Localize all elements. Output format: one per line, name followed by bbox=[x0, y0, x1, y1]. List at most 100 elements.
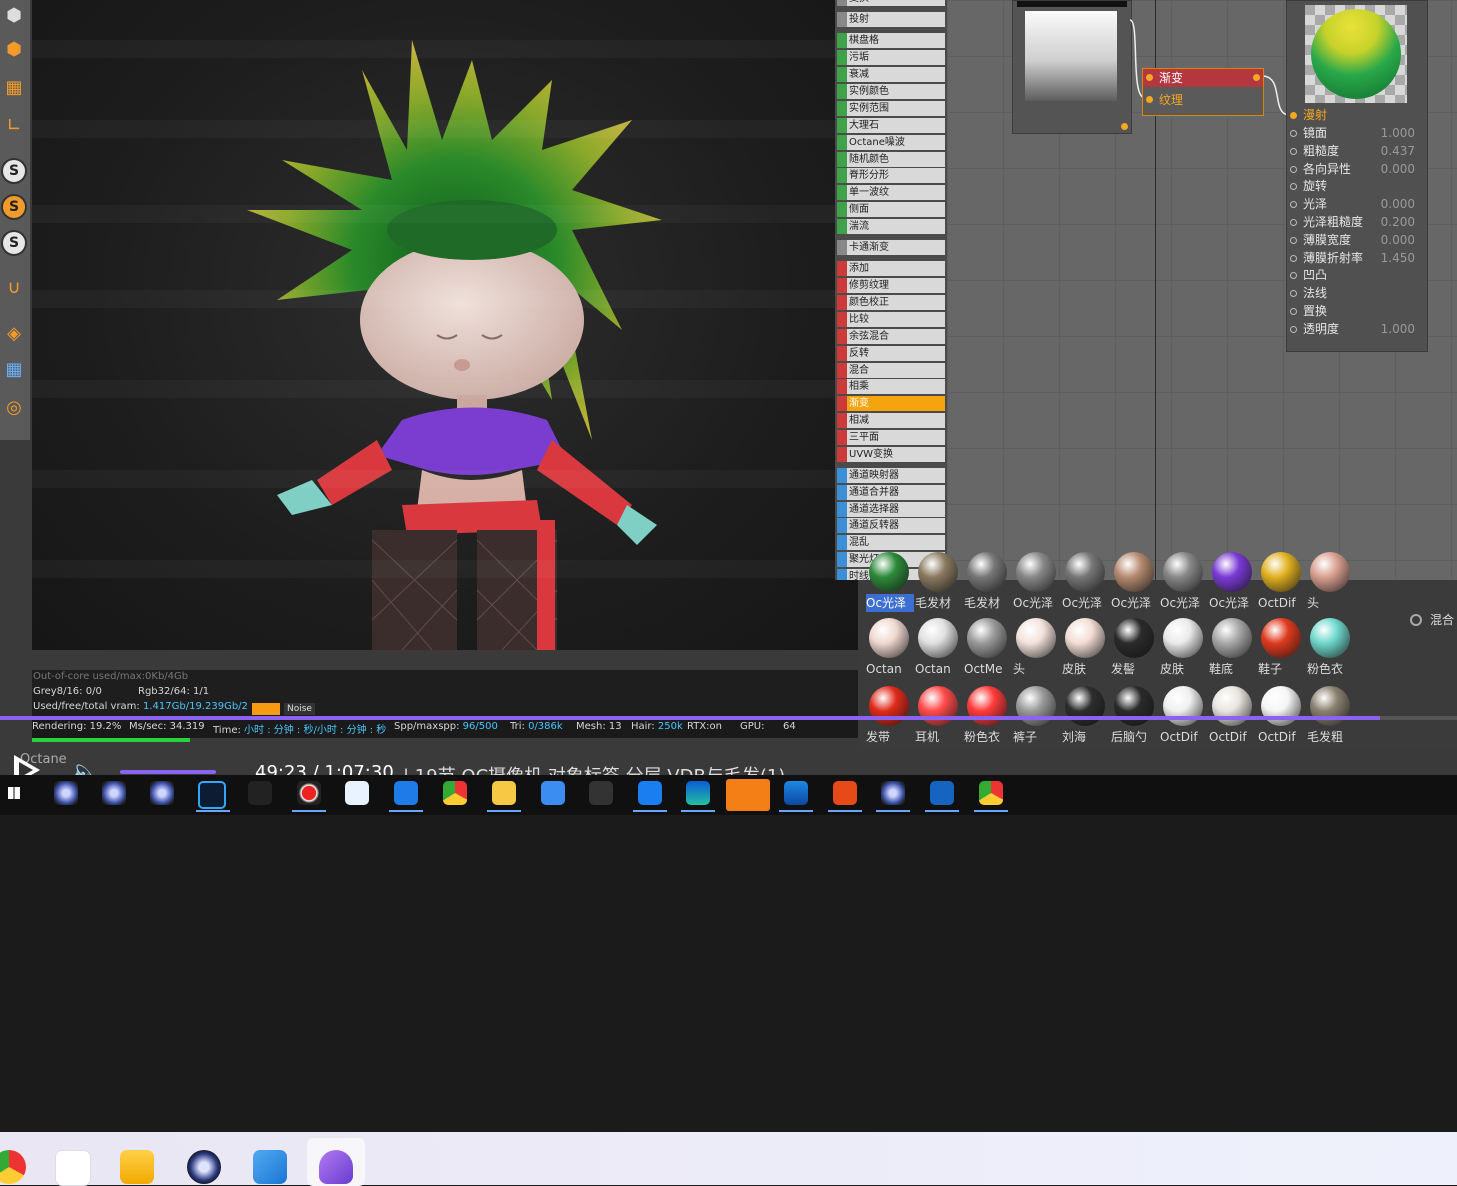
node-list-item[interactable]: 实例颜色 bbox=[837, 84, 945, 99]
cinema4d-icon[interactable] bbox=[102, 781, 126, 805]
xmind-icon[interactable] bbox=[833, 781, 857, 805]
material-property[interactable]: 置换 bbox=[1290, 303, 1415, 320]
cinema4d-icon[interactable] bbox=[54, 781, 78, 805]
photoshop-icon[interactable] bbox=[198, 781, 226, 809]
property-port-icon[interactable] bbox=[1290, 290, 1297, 297]
node-list-item[interactable]: 颜色校正 bbox=[837, 295, 945, 310]
material-swatch[interactable]: Oc光泽 bbox=[866, 552, 914, 618]
video-progress-remaining[interactable] bbox=[1380, 716, 1457, 720]
material-swatch[interactable]: Oc光泽 bbox=[1013, 552, 1059, 618]
property-port-icon[interactable] bbox=[1290, 130, 1297, 137]
material-swatch[interactable]: Oc光泽 bbox=[1160, 552, 1206, 618]
bird-app-icon[interactable] bbox=[55, 1150, 91, 1186]
material-swatch[interactable]: OctDif bbox=[1258, 552, 1304, 618]
node-list-item[interactable]: 通道反转器 bbox=[837, 518, 945, 533]
render-viewport[interactable] bbox=[32, 0, 858, 650]
material-node[interactable]: 漫射 镜面 1.000 粗糙度 0.437 各向异性 0.000 旋转 光泽 0.000 光泽粗糙度… bbox=[1286, 0, 1428, 352]
material-swatch[interactable]: Octan bbox=[866, 618, 912, 684]
node-list-item[interactable]: 通道选择器 bbox=[837, 502, 945, 517]
property-port-icon[interactable] bbox=[1290, 183, 1297, 190]
node-list-item[interactable]: 实例范围 bbox=[837, 101, 945, 116]
material-swatch[interactable]: 毛发材 bbox=[915, 552, 961, 618]
edge-dev-icon[interactable] bbox=[686, 781, 710, 805]
node-list-item[interactable]: 卡通渐变 bbox=[837, 240, 945, 255]
grid-icon[interactable]: ▦ bbox=[0, 72, 28, 102]
video-progress-played[interactable] bbox=[0, 716, 1380, 720]
cube-icon[interactable]: ⬢ bbox=[0, 0, 28, 30]
property-port-icon[interactable] bbox=[1290, 326, 1297, 333]
material-swatch[interactable]: Oc光泽 bbox=[1111, 552, 1157, 618]
input-port-icon[interactable] bbox=[1146, 74, 1153, 81]
node-list-item[interactable]: 大理石 bbox=[837, 118, 945, 133]
node-list-item[interactable]: 反转 bbox=[837, 346, 945, 361]
material-swatch[interactable]: 粉色衣 bbox=[1307, 618, 1353, 684]
camera-icon[interactable] bbox=[589, 781, 613, 805]
material-swatch[interactable]: 头 bbox=[1307, 552, 1353, 618]
material-swatch[interactable]: Oc光泽 bbox=[1209, 552, 1255, 618]
material-swatch[interactable]: 皮肤 bbox=[1062, 618, 1108, 684]
node-list-item[interactable]: 混乱 bbox=[837, 535, 945, 550]
record-icon[interactable] bbox=[297, 781, 321, 805]
node-list-item[interactable]: 添加 bbox=[837, 261, 945, 276]
property-port-icon[interactable] bbox=[1290, 166, 1297, 173]
chrome-alt-icon[interactable] bbox=[979, 781, 1003, 805]
material-swatch[interactable]: 发髻 bbox=[1111, 618, 1157, 684]
node-list-item[interactable]: 随机颜色 bbox=[837, 152, 945, 167]
property-port-icon[interactable] bbox=[1290, 148, 1297, 155]
material-property[interactable]: 光泽粗糙度 0.200 bbox=[1290, 214, 1415, 231]
material-swatch[interactable]: 毛发材 bbox=[964, 552, 1010, 618]
material-property[interactable]: 薄膜折射率 1.450 bbox=[1290, 250, 1415, 267]
blend-radio[interactable] bbox=[1410, 614, 1422, 626]
spline-icon[interactable]: S bbox=[1, 158, 27, 184]
node-list-item[interactable]: 渐变 bbox=[837, 396, 945, 411]
file-explorer-icon[interactable] bbox=[120, 1150, 154, 1184]
property-port-icon[interactable] bbox=[1290, 255, 1297, 262]
node-list-item[interactable]: 修剪纹理 bbox=[837, 278, 945, 293]
cinema4d-icon[interactable] bbox=[881, 781, 905, 805]
material-swatch[interactable]: 鞋底 bbox=[1209, 618, 1255, 684]
start-icon[interactable] bbox=[8, 787, 20, 799]
folder-icon[interactable] bbox=[492, 781, 516, 805]
baidu-netdisk-icon[interactable] bbox=[345, 781, 369, 805]
cinema4d-icon[interactable] bbox=[150, 781, 174, 805]
qq-icon[interactable] bbox=[248, 781, 272, 805]
deformer-icon[interactable]: ◎ bbox=[0, 392, 28, 422]
material-swatch[interactable]: 鞋子 bbox=[1258, 618, 1304, 684]
property-port-icon[interactable] bbox=[1290, 201, 1297, 208]
material-swatch[interactable]: 皮肤 bbox=[1160, 618, 1206, 684]
node-list-item[interactable]: 混合 bbox=[837, 363, 945, 378]
material-swatch[interactable]: 头 bbox=[1013, 618, 1059, 684]
spline-alt-icon[interactable]: S bbox=[1, 230, 27, 256]
feishu-icon[interactable] bbox=[541, 781, 565, 805]
notes-icon[interactable] bbox=[638, 781, 662, 805]
material-property[interactable]: 漫射 bbox=[1290, 107, 1415, 124]
property-port-icon[interactable] bbox=[1290, 112, 1297, 119]
material-property[interactable]: 薄膜宽度 0.000 bbox=[1290, 232, 1415, 249]
node-list-item[interactable]: 相减 bbox=[837, 413, 945, 428]
node-list-item[interactable]: 变换 bbox=[837, 0, 945, 6]
property-port-icon[interactable] bbox=[1290, 237, 1297, 244]
volume-slider[interactable] bbox=[120, 770, 216, 774]
material-property[interactable]: 旋转 bbox=[1290, 178, 1415, 195]
node-list-item[interactable]: 相乘 bbox=[837, 379, 945, 394]
p-app-icon[interactable] bbox=[930, 781, 954, 805]
magnet-icon[interactable]: ∪ bbox=[0, 272, 28, 302]
node-list-item[interactable]: UVW变换 bbox=[837, 447, 945, 462]
axis-icon[interactable]: ∟ bbox=[0, 110, 28, 140]
texture-port-icon[interactable] bbox=[1146, 96, 1153, 103]
node-list-item[interactable]: Octane噪波 bbox=[837, 135, 945, 150]
material-property[interactable]: 光泽 0.000 bbox=[1290, 196, 1415, 213]
node-list-item[interactable]: 单一波纹 bbox=[837, 185, 945, 200]
material-swatch[interactable]: Octan bbox=[915, 618, 961, 684]
node-list-item[interactable]: 三平面 bbox=[837, 430, 945, 445]
node-list-item[interactable]: 脊形分形 bbox=[837, 168, 945, 183]
material-property[interactable]: 各向异性 0.000 bbox=[1290, 161, 1415, 178]
material-property[interactable]: 法线 bbox=[1290, 285, 1415, 302]
photos-icon[interactable] bbox=[253, 1150, 287, 1184]
chrome-icon[interactable] bbox=[443, 781, 467, 805]
spline-orange-icon[interactable]: S bbox=[1, 194, 27, 220]
node-list-item[interactable]: 衰减 bbox=[837, 67, 945, 82]
node-list-item[interactable]: 通道合并器 bbox=[837, 485, 945, 500]
obsidian-icon[interactable] bbox=[319, 1150, 353, 1184]
gradient-node[interactable]: 渐变 纹理 bbox=[1142, 68, 1264, 116]
